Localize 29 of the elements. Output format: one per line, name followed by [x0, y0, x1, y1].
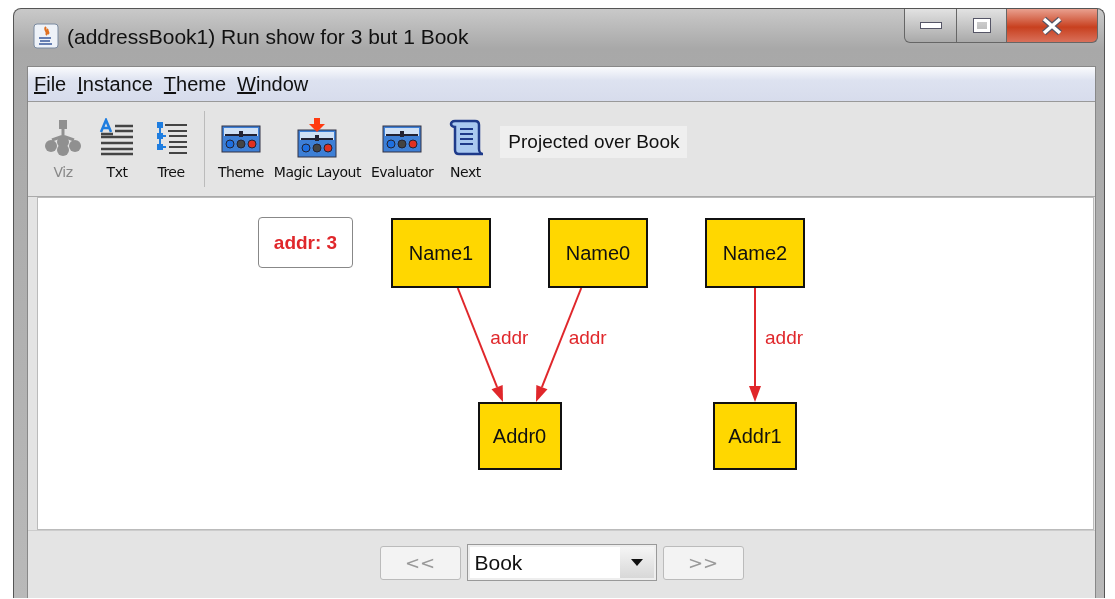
projection-dropdown[interactable]: Book	[466, 544, 657, 581]
close-button[interactable]	[1007, 9, 1098, 43]
menu-item[interactable]: Instance	[77, 72, 153, 96]
atom-node: Addr1	[713, 402, 797, 470]
atom-node: Name1	[391, 218, 491, 288]
toolbar-button[interactable]: Next	[440, 118, 491, 180]
minimize-button[interactable]	[904, 9, 957, 43]
toolbar-button[interactable]: Magic Layout	[270, 118, 364, 180]
slider-panel-arrow-icon	[295, 118, 340, 158]
maximize-button[interactable]	[957, 9, 1007, 43]
edge-label: addr	[490, 327, 529, 348]
menu-item[interactable]: Theme	[163, 72, 227, 96]
atom-node: Name2	[705, 218, 805, 288]
projection-label: Projected over Book	[500, 126, 688, 158]
atom-node: Name0	[548, 218, 648, 288]
atom-node: Addr0	[477, 402, 562, 470]
toolbar-button[interactable]: Theme	[215, 118, 267, 180]
toolbar-button[interactable]: Txt	[92, 118, 142, 180]
menu-item[interactable]: File	[34, 72, 67, 96]
close-icon	[1040, 15, 1064, 36]
dropdown-caret-icon	[630, 558, 643, 567]
window-title: (addressBook1) Run show for 3 but 1 Book	[67, 25, 469, 49]
app-icon	[33, 23, 59, 49]
toolbar-button[interactable]: Tree	[146, 118, 196, 180]
menu-item[interactable]: Window	[237, 72, 309, 96]
edge-label: addr	[568, 327, 607, 348]
legend-box: addr: 3	[258, 217, 353, 268]
edge-label: addr	[765, 327, 804, 348]
toolbar-button[interactable]: Evaluator	[368, 118, 437, 180]
